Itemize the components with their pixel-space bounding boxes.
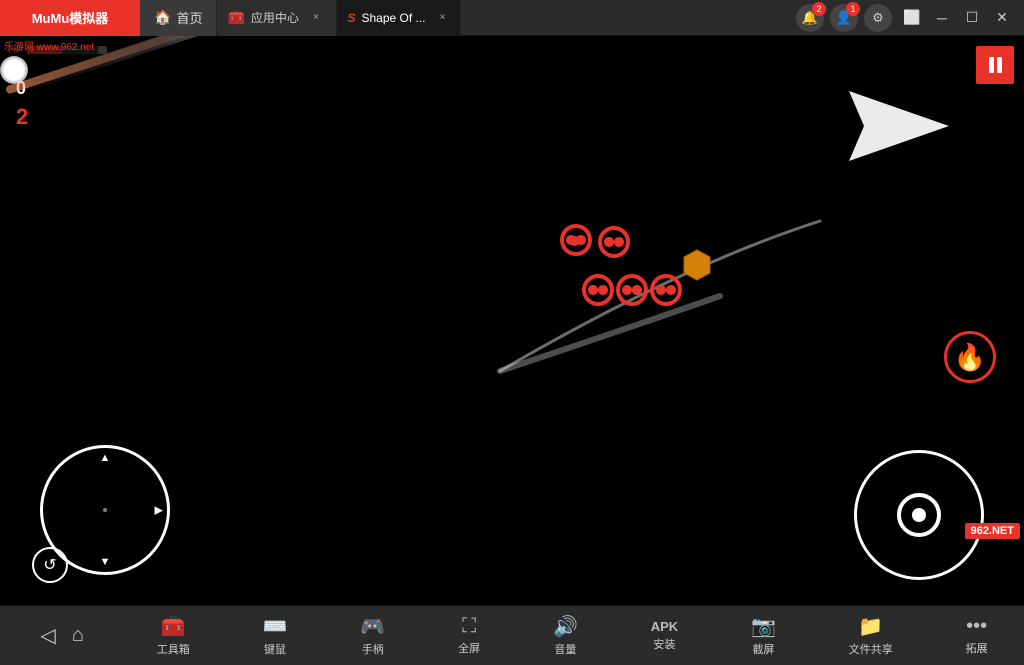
volume-icon: 🔊 [553,614,578,639]
joystick-right-dot [912,508,926,522]
nav-gamepad[interactable]: 🎮 手柄 [354,614,391,657]
maximize-btn[interactable]: ☐ [958,4,986,32]
gamepad-icon: 🎮 [360,614,385,639]
enemy-5-core [656,285,666,295]
screenshot-btn[interactable]: ⬜ [898,4,926,32]
joystick-right-inner [897,493,941,537]
joystick-left[interactable]: ▲ ▼ ▶ ↺ [40,445,170,575]
hex-enemy [680,248,714,282]
nav-more-label: 拓展 [966,640,988,656]
notification-btn[interactable]: 🔔 2 [796,4,824,32]
nav-screenshot[interactable]: 📷 截屏 [745,614,782,657]
nav-volume[interactable]: 🔊 音量 [547,614,584,657]
nav-fileshare-label: 文件共享 [849,641,893,657]
enemy-2-core [604,237,614,247]
level-display: 2 [16,104,28,130]
nav-fullscreen-label: 全屏 [458,640,480,656]
fire-icon: 🔥 [954,342,986,373]
tab-game-label: Shape Of ... [361,11,425,25]
topbar: MuMu模拟器 🏠 首页 🧰 应用中心 × S Shape Of ... × 🔔… [0,0,1024,36]
enemy-4-core [622,285,632,295]
arrow-up: ▲ [100,452,111,464]
watermark-topleft: 乐游网 www.962.net [0,36,98,55]
user-btn[interactable]: 👤 1 [830,4,858,32]
fire-powerup[interactable]: 🔥 [944,331,996,383]
minimize-btn[interactable]: ─ [928,4,956,32]
enemy-5 [650,274,682,306]
enemy-dot-1 [570,236,580,246]
joystick-right[interactable] [854,450,984,580]
arrow-right: ▶ [155,504,163,517]
nav-gamepad-label: 手柄 [362,641,384,657]
topbar-right: 🔔 2 👤 1 ⚙ ⬜ ─ ☐ ✕ [796,4,1024,32]
paper-plane [849,91,949,161]
tab-app-close[interactable]: × [309,11,323,25]
bottom-nav: ◁ ⌂ 🧰 工具箱 ⌨️ 键鼠 🎮 手柄 ⛶ 全屏 🔊 音量 APK 安装 📷 … [0,605,1024,665]
window-controls: ⬜ ─ ☐ ✕ [898,4,1016,32]
home-nav-icon: ⌂ [72,624,84,647]
nav-toolbox-label: 工具箱 [157,641,190,657]
enemy-4 [616,274,648,306]
tab-app-center[interactable]: 🧰 应用中心 × [217,0,337,36]
nav-screenshot-label: 截屏 [752,641,774,657]
user-badge: 1 [846,2,860,16]
game-area[interactable]: 乐游网 www.962.net HP 0 2 [0,36,1024,605]
nav-keyboard-label: 键鼠 [264,641,286,657]
tab-home-label: 首页 [176,8,202,27]
watermark-bottomright: 962.NET [961,519,1024,543]
tab-home[interactable]: 🏠 首页 [140,0,217,36]
nav-volume-label: 音量 [554,641,576,657]
close-btn[interactable]: ✕ [988,4,1016,32]
apk-icon: APK [651,619,678,634]
enemy-2 [598,226,630,258]
app-center-icon: 🧰 [227,9,244,26]
home-nav-btn[interactable]: ⌂ [66,624,90,647]
joystick-right-outer[interactable] [854,450,984,580]
side-nav-buttons: ◁ ⌂ [30,623,89,648]
pause-icon [989,57,1002,73]
settings-btn[interactable]: ⚙ [864,4,892,32]
notification-badge: 2 [812,2,826,16]
fullscreen-icon: ⛶ [462,615,476,638]
fileshare-icon: 📁 [858,614,883,639]
pause-bar-right [997,57,1002,73]
nav-apk-label: 安装 [653,636,675,652]
tab-app-label: 应用中心 [251,9,299,26]
toolbox-icon: 🧰 [161,614,186,639]
nav-fileshare[interactable]: 📁 文件共享 [843,614,899,657]
tab-game[interactable]: S Shape Of ... × [337,0,460,36]
joystick-center [103,508,107,512]
enemy-3 [582,274,614,306]
keyboard-icon: ⌨️ [263,614,288,639]
pause-bar-left [989,57,994,73]
logo-area: MuMu模拟器 [0,0,140,36]
tab-game-close[interactable]: × [436,11,450,25]
nav-apk-install[interactable]: APK 安装 [645,619,684,652]
back-icon: ◁ [40,623,55,648]
enemy-3-core [588,285,598,295]
more-icon: ••• [966,615,987,638]
nav-keyboard[interactable]: ⌨️ 键鼠 [257,614,294,657]
back-btn[interactable]: ◁ [34,623,61,648]
joystick-reset[interactable]: ↺ [32,547,68,583]
pause-button[interactable] [976,46,1014,84]
screenshot-icon: 📷 [751,614,776,639]
watermark-br-box: 962.NET [965,523,1020,539]
home-icon: 🏠 [154,9,171,26]
nav-toolbox[interactable]: 🧰 工具箱 [151,614,196,657]
logo-text: MuMu模拟器 [32,8,109,27]
nav-fullscreen[interactable]: ⛶ 全屏 [452,615,486,656]
nav-more[interactable]: ••• 拓展 [960,615,994,656]
arrow-down: ▼ [100,556,111,568]
tab-game-icon: S [347,11,355,25]
